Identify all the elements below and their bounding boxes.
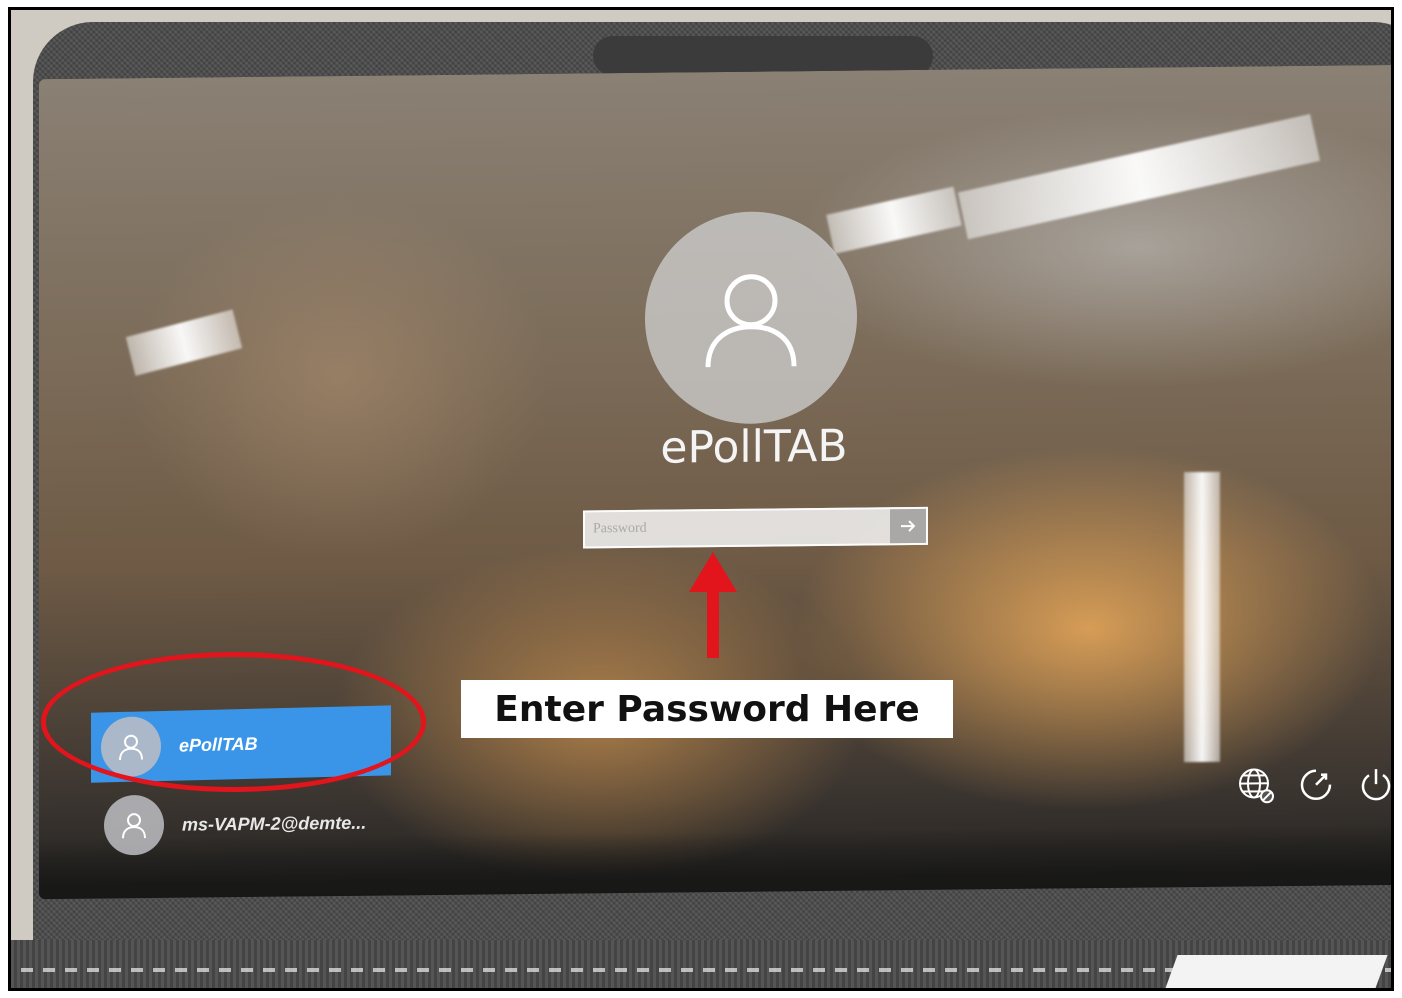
callout-text: Enter Password Here	[494, 688, 920, 730]
accessibility-icon[interactable]	[1297, 766, 1335, 804]
user-item-label: ms-VAPM-2@demte...	[182, 812, 367, 835]
case-logo	[1164, 955, 1388, 988]
image-frame: ePollTAB ePollTAB ms-VAPM-2@demte... Ent…	[8, 7, 1394, 991]
power-icon[interactable]	[1357, 765, 1391, 803]
highlight-ellipse	[41, 652, 426, 792]
background-light	[1184, 471, 1220, 763]
network-icon[interactable]	[1237, 766, 1275, 804]
user-item-ms-vapm[interactable]: ms-VAPM-2@demte...	[94, 787, 414, 860]
account-name: ePollTAB	[660, 420, 848, 474]
password-input[interactable]	[585, 509, 890, 547]
user-icon	[122, 813, 146, 839]
annotation-callout: Enter Password Here	[461, 680, 953, 738]
password-box	[583, 506, 928, 549]
submit-button[interactable]	[890, 508, 926, 544]
account-avatar	[645, 210, 857, 425]
background-light	[826, 186, 962, 254]
avatar	[104, 794, 164, 856]
background-light	[125, 309, 243, 376]
user-icon	[705, 274, 797, 368]
system-tray	[1237, 765, 1391, 805]
background-light	[957, 113, 1321, 240]
arrow-up-icon	[689, 552, 737, 658]
arrow-right-icon	[901, 520, 916, 532]
